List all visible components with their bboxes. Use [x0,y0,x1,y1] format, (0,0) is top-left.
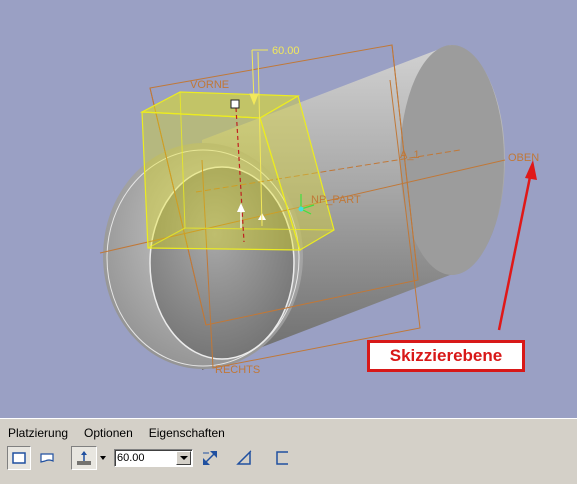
flip-direction-button[interactable] [198,446,222,470]
surface-feature-icon [40,453,54,463]
chevron-down-icon [100,456,106,460]
datum-label-oben: OBEN [508,152,540,164]
depth-value-dropdown-button[interactable] [176,451,191,465]
surface-button[interactable] [35,446,59,470]
tab-eigenschaften[interactable]: Eigenschaften [149,426,225,440]
drag-handle[interactable] [230,99,240,109]
datum-label-rechts: RECHTS [215,364,261,376]
depth-dimension-label[interactable]: 60.00 [272,45,300,57]
annotation-text: Skizzierebene [389,346,503,365]
datum-label-vorne: VORNE [190,79,230,91]
dashboard-tabs: Platzierung Optionen Eigenschaften [8,426,225,440]
3d-viewport[interactable]: 60.00 VORNE A_1 OBEN RECHTS NP_PART Skiz… [0,0,577,418]
solid-feature-icon [12,452,26,464]
depth-option-dropdown[interactable] [98,446,108,470]
annotation-arrow [497,160,537,331]
tab-platzierung[interactable]: Platzierung [8,426,68,440]
thicken-sketch-button[interactable] [270,446,294,470]
remove-material-icon [236,450,252,465]
thicken-sketch-icon [276,451,288,465]
depth-option-icon [77,451,91,465]
depth-value-input[interactable] [117,451,175,465]
flip-direction-icon [203,451,217,465]
depth-value-combo[interactable] [114,449,193,467]
tab-optionen[interactable]: Optionen [84,426,133,440]
depth-option-button[interactable] [71,446,97,470]
chevron-down-icon [179,456,188,460]
remove-material-button[interactable] [232,446,256,470]
feature-dashboard: Platzierung Optionen Eigenschaften [0,418,577,484]
solid-button[interactable] [7,446,31,470]
datum-label-axis: A_1 [400,149,420,161]
annotation-callout: Skizzierebene [367,340,525,372]
csys-label: NP_PART [311,194,361,206]
